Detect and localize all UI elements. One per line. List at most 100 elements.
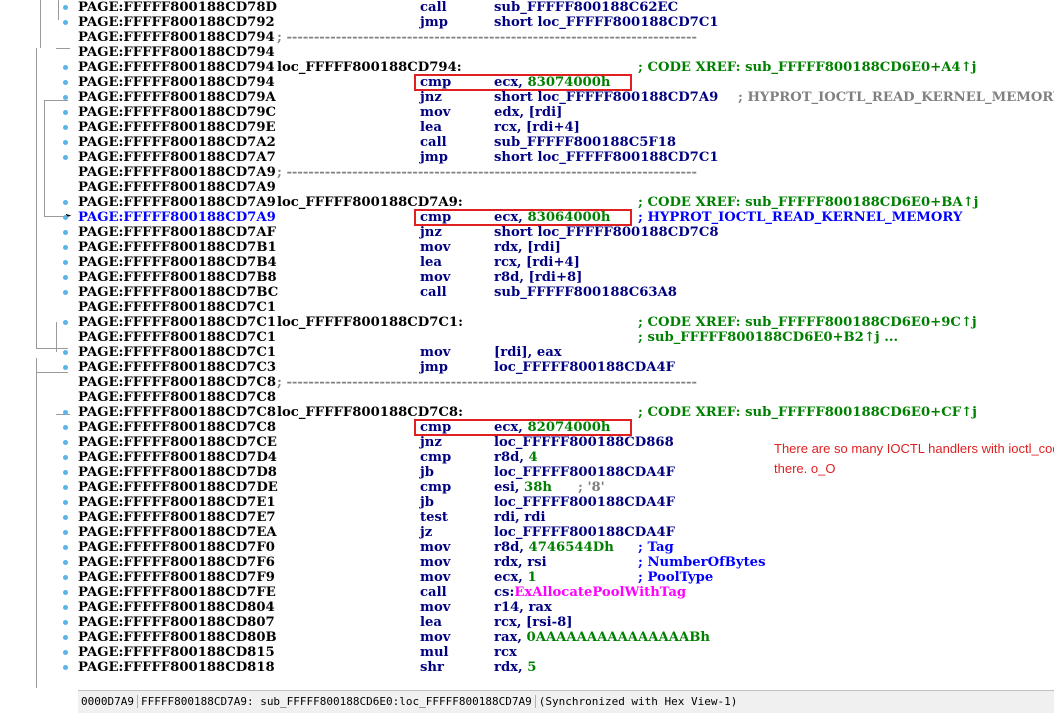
comment: ; NumberOfBytes bbox=[638, 555, 766, 570]
row-address: PAGE:FFFFF800188CD7CE bbox=[78, 435, 277, 450]
status-sync: (Synchronized with Hex View-1) bbox=[538, 695, 738, 708]
listing-row[interactable]: PAGE:FFFFF800188CD78D call sub_FFFFF800188… bbox=[78, 0, 1054, 15]
listing-row[interactable]: PAGE:FFFFF800188CD7C1 bbox=[78, 300, 1054, 315]
listing-row[interactable]: PAGE:FFFFF800188CD7B8 mov r8d, [rdi+8] bbox=[78, 270, 1054, 285]
breakpoint-dot[interactable] bbox=[63, 665, 68, 670]
operand-text: short loc_FFFFF800188CD7A9 bbox=[494, 90, 719, 105]
breakpoint-dot[interactable] bbox=[63, 230, 68, 235]
listing-row[interactable]: PAGE:FFFFF800188CD7C3 jmp loc_FFFFF800188C… bbox=[78, 360, 1054, 375]
immediate-value: 5 bbox=[527, 660, 537, 675]
listing-row[interactable]: PAGE:FFFFF800188CD804 mov r14, rax bbox=[78, 600, 1054, 615]
immediate-value: 0AAAAAAAAAAAAAAABh bbox=[526, 630, 710, 645]
breakpoint-dot[interactable] bbox=[63, 260, 68, 265]
breakpoint-dot[interactable] bbox=[63, 275, 68, 280]
listing-row[interactable]: PAGE:FFFFF800188CD7A9 loc_FFFFF800188CD7A… bbox=[78, 195, 1054, 210]
breakpoint-dot[interactable] bbox=[63, 320, 68, 325]
listing-row[interactable]: PAGE:FFFFF800188CD7C8 loc_FFFFF800188CD7C… bbox=[78, 405, 1054, 420]
operands: r14, rax bbox=[494, 600, 552, 615]
listing-row[interactable]: PAGE:FFFFF800188CD794 loc_FFFFF800188CD79… bbox=[78, 60, 1054, 75]
operands: rdx, rsi bbox=[494, 555, 547, 570]
xref-comment: ; sub_FFFFF800188CD6E0+B2↑j ... bbox=[638, 330, 899, 345]
listing-row[interactable]: PAGE:FFFFF800188CD7A9; -----------------… bbox=[78, 165, 1054, 180]
breakpoint-dot[interactable] bbox=[63, 350, 68, 355]
breakpoint-dot[interactable] bbox=[63, 125, 68, 130]
breakpoint-dot[interactable] bbox=[63, 500, 68, 505]
breakpoint-dot[interactable] bbox=[63, 410, 68, 415]
import-name[interactable]: ExAllocatePoolWithTag bbox=[514, 585, 686, 600]
breakpoint-dot[interactable] bbox=[63, 245, 68, 250]
listing-row[interactable]: PAGE:FFFFF800188CD7C1 ; sub_FFFFF800188CD… bbox=[78, 330, 1054, 345]
listing-row[interactable]: PAGE:FFFFF800188CD815 mul rcx bbox=[78, 645, 1054, 660]
breakpoint-dot[interactable] bbox=[63, 485, 68, 490]
listing-row[interactable]: PAGE:FFFFF800188CD7FE call cs:ExAllocatePo… bbox=[78, 585, 1054, 600]
listing-row[interactable]: PAGE:FFFFF800188CD79A jnz short loc_FFFFF8… bbox=[78, 90, 1054, 105]
breakpoint-dot[interactable] bbox=[63, 455, 68, 460]
breakpoint-dot[interactable] bbox=[63, 290, 68, 295]
disassembly-listing[interactable]: PAGE:FFFFF800188CD78D call sub_FFFFF800188… bbox=[78, 0, 1054, 690]
breakpoint-dot[interactable] bbox=[63, 650, 68, 655]
listing-row[interactable]: PAGE:FFFFF800188CD79E lea rcx, [rdi+4] bbox=[78, 120, 1054, 135]
listing-row[interactable]: PAGE:FFFFF800188CD80B mov rax, 0AAAAAAAAAA… bbox=[78, 630, 1054, 645]
listing-row[interactable]: PAGE:FFFFF800188CD807 lea rcx, [rsi-8] bbox=[78, 615, 1054, 630]
listing-row[interactable]: PAGE:FFFFF800188CD794 bbox=[78, 45, 1054, 60]
listing-row[interactable]: PAGE:FFFFF800188CD7E7 test rdi, rdi bbox=[78, 510, 1054, 525]
listing-row[interactable]: PAGE:FFFFF800188CD7DE cmp esi, 38h ; '8' bbox=[78, 480, 1054, 495]
breakpoint-dot[interactable] bbox=[63, 110, 68, 115]
listing-row[interactable]: PAGE:FFFFF800188CD7F9 mov ecx, 1 ; PoolType bbox=[78, 570, 1054, 585]
row-address: PAGE:FFFFF800188CD7C1 bbox=[78, 315, 277, 330]
listing-row[interactable]: PAGE:FFFFF800188CD794; -----------------… bbox=[78, 30, 1054, 45]
listing-row[interactable]: PAGE:FFFFF800188CD7F6 mov rdx, rsi ; Number… bbox=[78, 555, 1054, 570]
operands: rdx, 5 bbox=[494, 660, 536, 675]
operand-text: loc_FFFFF800188CDA4F bbox=[494, 360, 675, 375]
breakpoint-dot[interactable] bbox=[63, 365, 68, 370]
row-address: PAGE:FFFFF800188CD7A9 bbox=[78, 165, 276, 180]
breakpoint-dot[interactable] bbox=[63, 65, 68, 70]
listing-row[interactable]: PAGE:FFFFF800188CD7C8 bbox=[78, 390, 1054, 405]
breakpoint-dot[interactable] bbox=[63, 605, 68, 610]
listing-row[interactable]: PAGE:FFFFF800188CD7C1 mov [rdi], eax bbox=[78, 345, 1054, 360]
listing-row[interactable]: PAGE:FFFFF800188CD818 shr rdx, 5 bbox=[78, 660, 1054, 675]
breakpoint-dot[interactable] bbox=[63, 620, 68, 625]
listing-row[interactable]: PAGE:FFFFF800188CD7B1 mov rdx, [rdi] bbox=[78, 240, 1054, 255]
breakpoint-dot[interactable] bbox=[63, 425, 68, 430]
breakpoint-dot[interactable] bbox=[63, 470, 68, 475]
operands: loc_FFFFF800188CD868 bbox=[494, 435, 674, 450]
listing-row[interactable]: PAGE:FFFFF800188CD7B4 lea rcx, [rdi+4] bbox=[78, 255, 1054, 270]
operands: r8d, 4746544Dh bbox=[494, 540, 614, 555]
breakpoint-dot[interactable] bbox=[63, 155, 68, 160]
listing-row[interactable]: PAGE:FFFFF800188CD7BC call sub_FFFFF800188… bbox=[78, 285, 1054, 300]
breakpoint-dot[interactable] bbox=[63, 440, 68, 445]
listing-row[interactable]: PAGE:FFFFF800188CD7A9 bbox=[78, 180, 1054, 195]
row-address: PAGE:FFFFF800188CD79C bbox=[78, 105, 277, 120]
listing-row[interactable]: PAGE:FFFFF800188CD79C mov edx, [rdi] bbox=[78, 105, 1054, 120]
listing-row[interactable]: PAGE:FFFFF800188CD7AF jnz short loc_FFFFF8… bbox=[78, 225, 1054, 240]
flow-line bbox=[36, 48, 37, 348]
breakpoint-dot[interactable] bbox=[63, 5, 68, 10]
breakpoint-dot[interactable] bbox=[63, 20, 68, 25]
mnemonic: mov bbox=[420, 630, 451, 645]
listing-row[interactable]: PAGE:FFFFF800188CD792 jmp short loc_FFFFF8… bbox=[78, 15, 1054, 30]
breakpoint-dot[interactable] bbox=[63, 215, 68, 220]
breakpoint-dot[interactable] bbox=[63, 515, 68, 520]
breakpoint-dot[interactable] bbox=[63, 530, 68, 535]
listing-row[interactable]: PAGE:FFFFF800188CD7A2 call sub_FFFFF800188… bbox=[78, 135, 1054, 150]
breakpoint-dot[interactable] bbox=[63, 80, 68, 85]
breakpoint-dot[interactable] bbox=[63, 545, 68, 550]
listing-row[interactable]: PAGE:FFFFF800188CD7C1 loc_FFFFF800188CD7C… bbox=[78, 315, 1054, 330]
listing-row[interactable]: PAGE:FFFFF800188CD7F0 mov r8d, 4746544Dh ; … bbox=[78, 540, 1054, 555]
flow-line bbox=[56, 322, 57, 352]
row-address: PAGE:FFFFF800188CD794 bbox=[78, 75, 275, 90]
breakpoint-dot[interactable] bbox=[63, 140, 68, 145]
listing-row[interactable]: PAGE:FFFFF800188CD7EA jz loc_FFFFF800188CD… bbox=[78, 525, 1054, 540]
breakpoint-dot[interactable] bbox=[63, 95, 68, 100]
listing-row[interactable]: PAGE:FFFFF800188CD7C8; -----------------… bbox=[78, 375, 1054, 390]
mnemonic: call bbox=[420, 0, 447, 15]
listing-row[interactable]: PAGE:FFFFF800188CD7A7 jmp short loc_FFFFF8… bbox=[78, 150, 1054, 165]
breakpoint-dot[interactable] bbox=[63, 635, 68, 640]
breakpoint-dot[interactable] bbox=[63, 590, 68, 595]
breakpoint-dot[interactable] bbox=[63, 575, 68, 580]
breakpoint-dot[interactable] bbox=[63, 560, 68, 565]
row-address: PAGE:FFFFF800188CD7E1 bbox=[78, 495, 276, 510]
breakpoint-dot[interactable] bbox=[63, 200, 68, 205]
listing-row[interactable]: PAGE:FFFFF800188CD7E1 jb loc_FFFFF800188CD… bbox=[78, 495, 1054, 510]
